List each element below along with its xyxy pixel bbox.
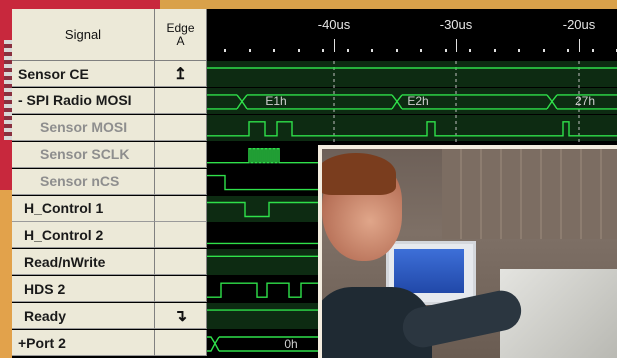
bus-value-label: 0h [284, 336, 298, 351]
signal-name[interactable]: H_Control 2 [12, 222, 155, 249]
signal-name[interactable]: Sensor MOSI [12, 114, 155, 141]
signal-name[interactable]: - SPI Radio MOSI [12, 87, 155, 114]
edge-trigger-cell[interactable] [155, 141, 207, 168]
time-minor-tick [297, 49, 300, 52]
time-minor-tick [567, 49, 569, 52]
signal-name[interactable]: HDS 2 [12, 276, 155, 303]
signal-name[interactable]: Read/nWrite [12, 249, 155, 276]
signal-column-header[interactable]: Signal [12, 9, 155, 61]
time-major-tick [456, 39, 457, 52]
edge-trigger-cell[interactable] [155, 249, 207, 276]
edge-trigger-cell[interactable] [155, 195, 207, 222]
edge-trigger-cell[interactable] [155, 168, 207, 195]
wave-sensor-mosi [207, 121, 617, 137]
signal-name[interactable]: Ready [12, 303, 155, 330]
edge-trigger-cell[interactable] [155, 87, 207, 114]
edge-trigger-cell[interactable]: ↴ [155, 303, 207, 330]
time-tick-label: -30us [439, 17, 473, 32]
edge-column-header-sublabel: A [176, 33, 185, 48]
time-tick-label: -40us [317, 17, 351, 32]
edge-column-header-label: Edge [166, 20, 195, 35]
time-major-tick [334, 39, 335, 52]
signal-name[interactable]: H_Control 1 [12, 195, 155, 222]
time-minor-tick [273, 49, 275, 52]
edge-trigger-cell[interactable]: ↥ [155, 61, 207, 87]
person-hair [322, 153, 396, 195]
time-tick-label: -20us [562, 17, 596, 32]
time-minor-tick [493, 49, 496, 52]
edge-trigger-cell[interactable] [155, 330, 207, 356]
bus-value-label: E1h [265, 94, 287, 109]
time-minor-tick [395, 49, 398, 52]
edge-trigger-cell[interactable] [155, 114, 207, 141]
signal-name[interactable]: Sensor CE [12, 61, 155, 87]
time-ruler[interactable]: -40us -30us -20us [207, 9, 617, 61]
time-major-tick [579, 39, 580, 52]
time-minor-tick [591, 49, 594, 52]
time-minor-tick [371, 49, 373, 52]
time-minor-tick [248, 49, 251, 52]
time-minor-tick [322, 49, 324, 52]
equipment-shelf [442, 149, 617, 239]
signal-name[interactable]: Sensor nCS [12, 168, 155, 195]
edge-column-header[interactable]: Edge A [155, 9, 207, 61]
bus-value-label: E2h [407, 94, 429, 109]
time-minor-tick [542, 49, 545, 52]
time-minor-tick [518, 49, 520, 52]
time-minor-tick [420, 49, 422, 52]
time-minor-tick [444, 49, 447, 52]
signal-column-header-label: Signal [64, 27, 102, 42]
time-minor-tick [224, 49, 226, 52]
signal-name[interactable]: Sensor SCLK [12, 141, 155, 168]
video-overlay [318, 145, 617, 358]
bus-value-label: 27h [574, 94, 596, 109]
edge-trigger-cell[interactable] [155, 222, 207, 249]
monitor-screen [394, 249, 464, 293]
edge-trigger-cell[interactable] [155, 276, 207, 303]
time-minor-tick [346, 49, 349, 52]
time-minor-tick [469, 49, 471, 52]
signal-name[interactable]: +Port 2 [12, 330, 155, 356]
